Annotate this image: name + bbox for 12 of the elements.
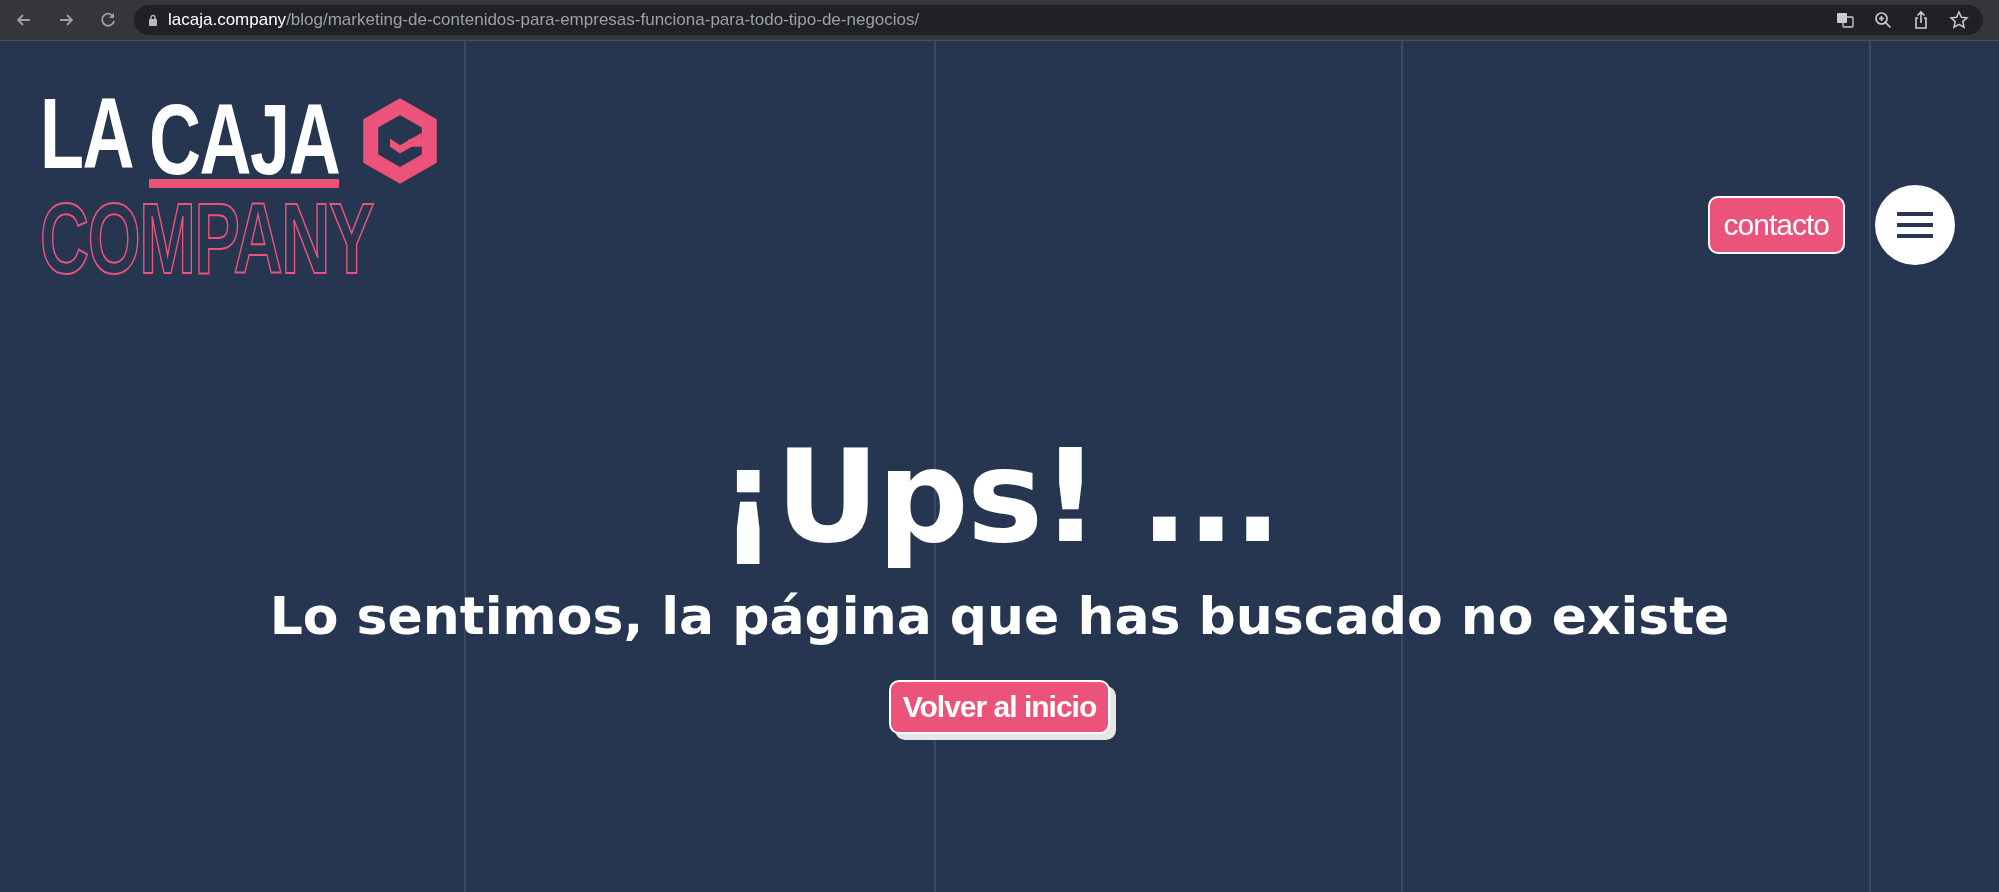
translate-icon[interactable]: [1835, 10, 1855, 30]
star-icon[interactable]: [1949, 10, 1969, 30]
error-title: ¡Ups! ...: [719, 422, 1280, 572]
zoom-icon[interactable]: [1873, 10, 1893, 30]
logo-text[interactable]: COMPANY: [40, 192, 373, 284]
error-message: Lo sentimos, la página que has buscado no existe: [269, 586, 1730, 646]
logo-text[interactable]: CAJA: [149, 85, 340, 188]
lock-icon: [148, 14, 158, 26]
reload-icon[interactable]: [98, 10, 118, 30]
logo-text[interactable]: LA: [40, 85, 134, 181]
menu-icon: [1895, 211, 1935, 239]
address-field[interactable]: lacaja.company/blog/marketing-de-contenidos-para-empresas-funciona-para-todo-tipo-de-negocios/: [134, 5, 1983, 35]
